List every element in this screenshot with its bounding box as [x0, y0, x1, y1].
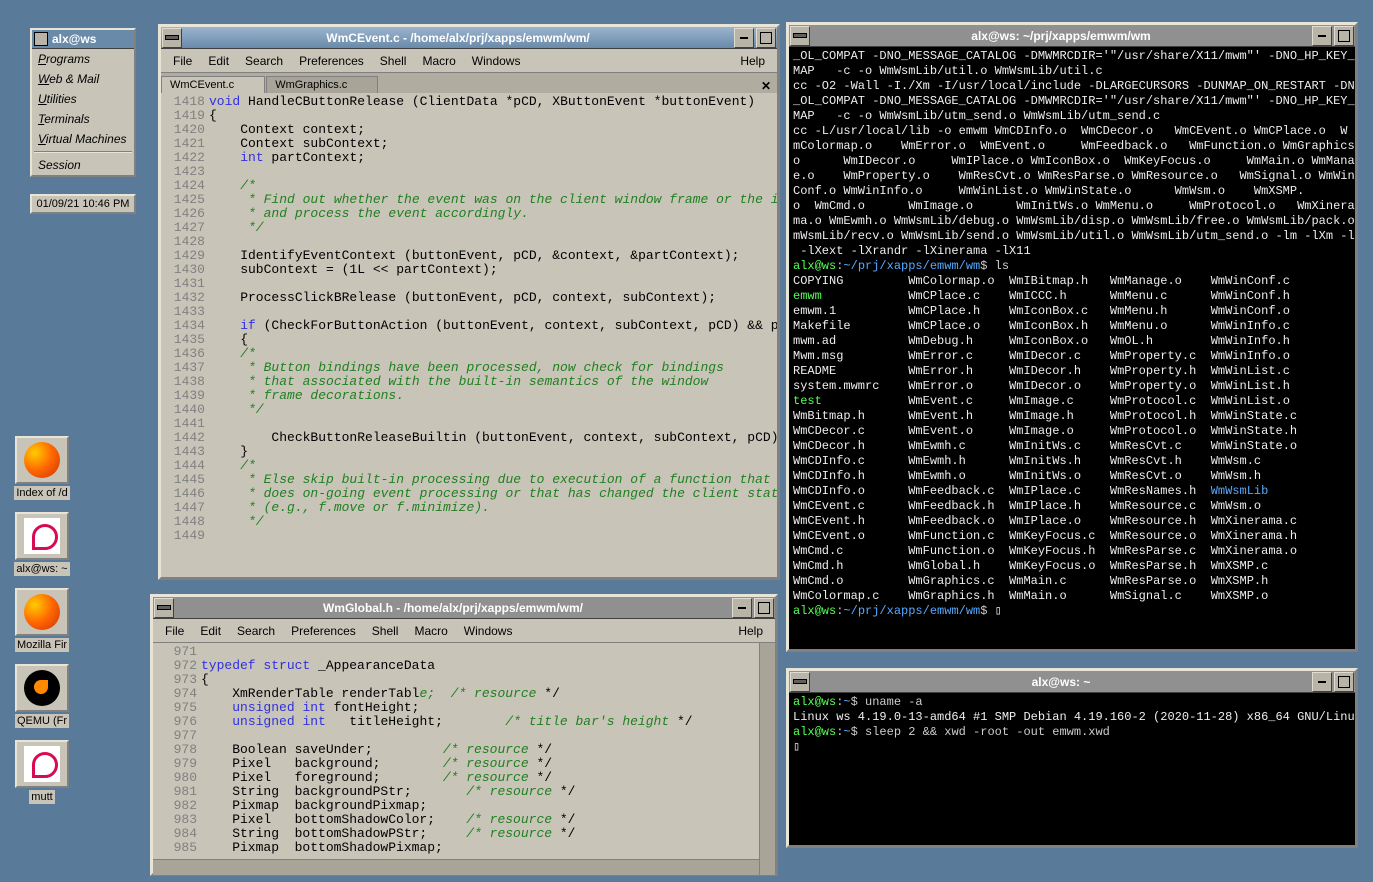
menu-shell[interactable]: Shell [364, 622, 407, 640]
desktop-icon[interactable]: Index of /d [12, 436, 72, 503]
icon-label: Mozilla Fir [15, 638, 69, 652]
titlebar[interactable]: alx@ws: ~ [789, 671, 1355, 693]
tab[interactable]: WmCEvent.c [161, 76, 265, 93]
icon-label: Index of /d [14, 486, 69, 500]
menu-item[interactable]: Terminals [32, 109, 134, 129]
window-menu-button[interactable] [790, 672, 810, 692]
window-menu-button[interactable] [154, 598, 174, 618]
maximize-button[interactable] [754, 598, 774, 618]
desktop-icon[interactable]: Mozilla Fir [12, 588, 72, 655]
window-title: WmCEvent.c - /home/alx/prj/xapps/emwm/wm… [183, 31, 733, 45]
menu-icon[interactable] [34, 32, 48, 46]
root-menu-title: alx@ws [32, 30, 134, 49]
menu-file[interactable]: File [157, 622, 192, 640]
terminal[interactable]: _OL_COMPAT -DNO_MESSAGE_CATALOG -DMWMRCD… [789, 47, 1355, 649]
tab[interactable]: WmGraphics.c [266, 76, 378, 93]
firefox-icon [24, 594, 60, 630]
maximize-button[interactable] [1334, 672, 1354, 692]
menu-shell[interactable]: Shell [372, 52, 415, 70]
terminal[interactable]: alx@ws:~$ uname -a Linux ws 4.19.0-13-am… [789, 693, 1355, 845]
scrollbar-horizontal[interactable] [153, 859, 759, 875]
maximize-button[interactable] [756, 28, 776, 48]
menu-edit[interactable]: Edit [192, 622, 229, 640]
code-area[interactable]: 971 972typedef struct _AppearanceData 97… [153, 643, 775, 859]
maximize-button[interactable] [1334, 26, 1354, 46]
scrollbar-vertical[interactable] [759, 643, 775, 875]
close-tab-button[interactable]: ✕ [755, 79, 777, 93]
menu-item[interactable]: Utilities [32, 89, 134, 109]
desktop-icon[interactable]: alx@ws: ~ [12, 512, 72, 579]
code-area[interactable]: 1418void HandleCButtonRelease (ClientDat… [161, 93, 777, 573]
menu-windows[interactable]: Windows [456, 622, 521, 640]
firefox-icon [24, 442, 60, 478]
titlebar[interactable]: WmCEvent.c - /home/alx/prj/xapps/emwm/wm… [161, 27, 777, 49]
window-title: alx@ws: ~/prj/xapps/emwm/wm [811, 29, 1311, 43]
menu-file[interactable]: File [165, 52, 200, 70]
debian-icon [24, 746, 60, 782]
tabbar: WmCEvent.cWmGraphics.c ✕ [161, 73, 777, 93]
minimize-button[interactable] [1312, 672, 1332, 692]
window-title: alx@ws: ~ [811, 675, 1311, 689]
menu-preferences[interactable]: Preferences [291, 52, 372, 70]
menu-macro[interactable]: Macro [414, 52, 463, 70]
titlebar[interactable]: alx@ws: ~/prj/xapps/emwm/wm [789, 25, 1355, 47]
menu-windows[interactable]: Windows [464, 52, 529, 70]
menu-help[interactable]: Help [730, 622, 771, 640]
terminal-window-build: alx@ws: ~/prj/xapps/emwm/wm _OL_COMPAT -… [786, 22, 1358, 652]
window-title: WmGlobal.h - /home/alx/prj/xapps/emwm/wm… [175, 601, 731, 615]
menubar: FileEditSearchPreferencesShellMacroWindo… [153, 619, 775, 643]
menubar: FileEditSearchPreferencesShellMacroWindo… [161, 49, 777, 73]
minimize-button[interactable] [1312, 26, 1332, 46]
icon-label: mutt [29, 790, 54, 804]
menu-help[interactable]: Help [732, 52, 773, 70]
desktop-icon[interactable]: QEMU (Fr [12, 664, 72, 731]
minimize-button[interactable] [734, 28, 754, 48]
titlebar[interactable]: WmGlobal.h - /home/alx/prj/xapps/emwm/wm… [153, 597, 775, 619]
menu-search[interactable]: Search [229, 622, 283, 640]
menu-separator [34, 151, 132, 153]
desktop-icon[interactable]: mutt [12, 740, 72, 807]
window-menu-button[interactable] [790, 26, 810, 46]
menu-item[interactable]: Web & Mail [32, 69, 134, 89]
clock: 01/09/21 10:46 PM [30, 194, 136, 214]
menu-item[interactable]: Virtual Machines [32, 129, 134, 149]
menu-item-session[interactable]: Session [32, 155, 134, 175]
qemu-icon [24, 670, 60, 706]
menu-search[interactable]: Search [237, 52, 291, 70]
menu-preferences[interactable]: Preferences [283, 622, 364, 640]
menu-item[interactable]: Programs [32, 49, 134, 69]
minimize-button[interactable] [732, 598, 752, 618]
icon-label: alx@ws: ~ [14, 562, 69, 576]
menu-edit[interactable]: Edit [200, 52, 237, 70]
editor-window-wmcevent: WmCEvent.c - /home/alx/prj/xapps/emwm/wm… [158, 24, 780, 580]
menu-macro[interactable]: Macro [406, 622, 455, 640]
window-menu-button[interactable] [162, 28, 182, 48]
root-menu-title-text: alx@ws [52, 32, 96, 46]
editor-window-wmglobal: WmGlobal.h - /home/alx/prj/xapps/emwm/wm… [150, 594, 778, 876]
terminal-window-home: alx@ws: ~ alx@ws:~$ uname -a Linux ws 4.… [786, 668, 1358, 848]
root-menu: alx@ws ProgramsWeb & MailUtilitiesTermin… [30, 28, 136, 177]
debian-icon [24, 518, 60, 554]
icon-label: QEMU (Fr [15, 714, 69, 728]
